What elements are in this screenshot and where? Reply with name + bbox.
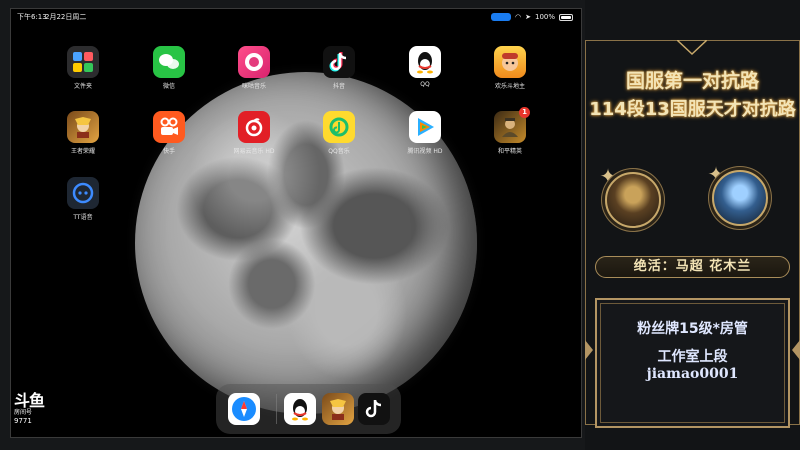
tencent-video-icon	[409, 111, 441, 143]
app-kuaishou[interactable]: 快手	[147, 111, 191, 155]
left-arrow-deco-icon	[585, 340, 593, 360]
wechat-icon	[153, 46, 185, 78]
account-line: jiamao0001	[646, 366, 739, 382]
studio-line: 工作室上段	[657, 349, 728, 365]
frame-notch-icon	[677, 40, 707, 56]
douyin-icon	[323, 46, 355, 78]
qq-music-icon	[323, 111, 355, 143]
app-migu-music[interactable]: 咪咕音乐	[232, 46, 276, 90]
app-label: 微信	[162, 83, 175, 90]
fan-badge-line: 粉丝牌15级*房管	[637, 321, 748, 337]
stream-overlay: 下午6:13 2月22日周二 ◠ ➤ 100% 文件夹 微信 咪咕音乐 抖音 Q…	[0, 0, 800, 450]
info-box: 粉丝牌15级*房管 工作室上段 jiamao0001	[595, 298, 790, 428]
app-qq-music[interactable]: QQ音乐	[317, 111, 361, 155]
dock-qq-icon[interactable]	[284, 393, 316, 425]
doudizhu-icon	[494, 46, 526, 78]
battery-percent: 100%	[534, 13, 555, 21]
status-bar: 下午6:13 2月22日周二 ◠ ➤ 100%	[11, 9, 581, 25]
douyu-watermark: 斗鱼 房间号 9771	[14, 393, 58, 426]
dock	[216, 384, 401, 434]
kuaishou-icon	[153, 111, 185, 143]
dock-honor-of-kings-icon[interactable]	[322, 393, 354, 425]
douyu-logo: 斗鱼	[14, 391, 45, 410]
hero-avatar-machao	[605, 172, 661, 228]
dock-separator	[276, 394, 277, 424]
app-label: 抖音	[332, 83, 345, 90]
peacekeeper-elite-icon: 1	[494, 107, 530, 143]
wifi-icon: ◠	[515, 13, 522, 21]
app-tt-voice[interactable]: TT语音	[61, 177, 105, 221]
app-qq[interactable]: QQ	[403, 46, 447, 88]
qq-icon	[409, 46, 441, 78]
ipad-screen: 下午6:13 2月22日周二 ◠ ➤ 100% 文件夹 微信 咪咕音乐 抖音 Q…	[10, 8, 582, 438]
app-netease-music[interactable]: 网易云音乐 HD	[232, 111, 276, 155]
notification-badge: 1	[519, 107, 530, 118]
app-label: 王者荣耀	[70, 148, 95, 155]
title-line-1: 国服第一对抗路	[625, 70, 759, 92]
honor-of-kings-icon	[67, 111, 99, 143]
right-arrow-deco-icon	[792, 340, 800, 360]
app-tencent-video[interactable]: 腾讯视频 HD	[403, 111, 447, 155]
app-doudizhu[interactable]: 欢乐斗地主	[488, 46, 532, 90]
app-folder[interactable]: 文件夹	[61, 46, 105, 90]
app-label: 文件夹	[73, 83, 92, 90]
dock-douyin-icon[interactable]	[358, 393, 390, 425]
status-date: 2月22日周二	[45, 13, 87, 21]
app-douyin[interactable]: 抖音	[317, 46, 361, 90]
app-peacekeeper-elite[interactable]: 1 和平精英	[488, 107, 532, 155]
app-label: 欢乐斗地主	[494, 83, 525, 90]
app-label: 咪咕音乐	[241, 83, 266, 90]
app-label: QQ	[420, 81, 430, 88]
app-wechat[interactable]: 微信	[147, 46, 191, 90]
battery-icon	[559, 13, 573, 21]
netease-music-icon	[238, 111, 270, 143]
signature-heroes: 绝活：马超 花木兰	[595, 256, 790, 278]
streamer-info-panel: 国服第一对抗路 114段13国服天才对抗路 ✦ ✦ 绝活：马超 花木兰 粉丝牌1…	[585, 0, 800, 450]
migu-music-icon	[238, 46, 270, 78]
safari-icon[interactable]	[228, 393, 260, 425]
app-label: 网易云音乐 HD	[233, 148, 275, 155]
room-label: 房间号	[14, 409, 33, 416]
app-label: TT语音	[73, 214, 93, 221]
status-time: 下午6:13	[17, 13, 47, 21]
title-line-2: 114段13国服天才对抗路	[589, 99, 796, 120]
app-label: 快手	[162, 148, 175, 155]
screen-record-icon	[491, 13, 511, 21]
app-honor-of-kings[interactable]: 王者荣耀	[61, 111, 105, 155]
app-label: 腾讯视频 HD	[407, 148, 443, 155]
hero-avatar-mulan	[712, 170, 768, 226]
app-label: 和平精英	[497, 148, 522, 155]
tt-voice-icon	[67, 177, 99, 209]
room-number: 9771	[14, 417, 32, 425]
folder-icon	[67, 46, 99, 78]
app-label: QQ音乐	[328, 148, 350, 155]
location-icon: ➤	[525, 13, 531, 21]
status-right: ◠ ➤ 100%	[491, 9, 573, 25]
